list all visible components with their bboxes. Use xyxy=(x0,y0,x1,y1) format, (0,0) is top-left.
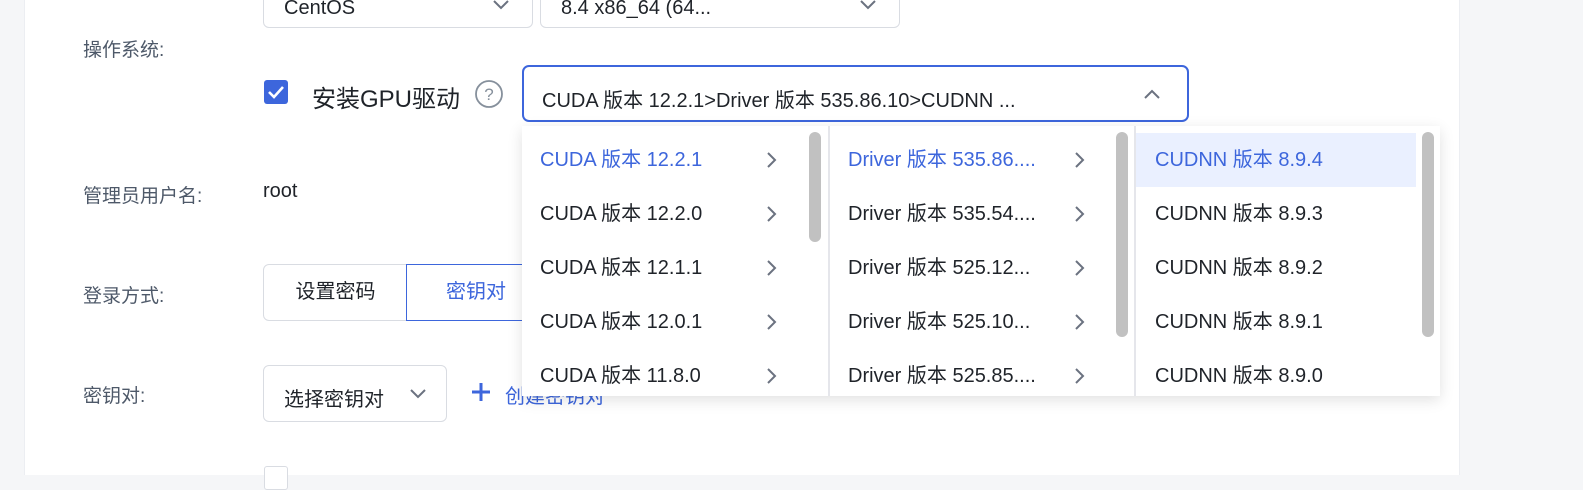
cudnn-scrollbar[interactable] xyxy=(1422,132,1434,337)
driver-option[interactable]: Driver 版本 535.54.... xyxy=(830,187,1136,241)
driver-option-label: Driver 版本 525.85.... xyxy=(848,365,1036,387)
gpu-driver-select-value: CUDA 版本 12.2.1>Driver 版本 535.86.10>CUDNN… xyxy=(542,90,1016,112)
keypair-select[interactable]: 选择密钥对 xyxy=(263,365,447,422)
cudnn-option-label: CUDNN 版本 8.9.2 xyxy=(1155,257,1323,279)
cudnn-option[interactable]: CUDNN 版本 8.9.1 xyxy=(1136,295,1416,349)
chevron-down-icon xyxy=(410,389,426,399)
cuda-option[interactable]: CUDA 版本 11.8.0 xyxy=(522,349,828,396)
os-select[interactable]: CentOS xyxy=(263,0,533,28)
driver-option-label: Driver 版本 535.86.... xyxy=(848,149,1036,171)
chevron-down-icon xyxy=(493,0,509,10)
login-option-password[interactable]: 设置密码 xyxy=(263,264,408,321)
keypair-label: 密钥对: xyxy=(83,386,146,407)
chevron-right-icon xyxy=(767,206,777,222)
chevron-down-icon xyxy=(860,0,876,10)
keypair-select-value: 选择密钥对 xyxy=(284,389,384,411)
chevron-right-icon xyxy=(1075,206,1085,222)
gpu-label: 安装GPU驱动 xyxy=(312,86,461,113)
os-version-value: 8.4 x86_64 (64... xyxy=(561,0,712,19)
os-label: 操作系统: xyxy=(83,40,165,61)
admin-value: root xyxy=(263,180,298,202)
cudnn-column: CUDNN 版本 8.9.4 CUDNN 版本 8.9.3 CUDNN 版本 8… xyxy=(1136,126,1440,396)
cuda-option-label: CUDA 版本 12.2.1 xyxy=(540,149,703,171)
chevron-right-icon xyxy=(767,152,777,168)
cuda-option-label: CUDA 版本 12.0.1 xyxy=(540,311,703,333)
chevron-right-icon xyxy=(767,260,777,276)
os-select-value: CentOS xyxy=(284,0,356,19)
gpu-driver-select[interactable]: CUDA 版本 12.2.1>Driver 版本 535.86.10>CUDNN… xyxy=(522,65,1189,122)
cuda-scrollbar[interactable] xyxy=(809,132,821,242)
admin-label: 管理员用户名: xyxy=(83,186,203,207)
cuda-column: CUDA 版本 12.2.1 CUDA 版本 12.2.0 CUDA 版本 12… xyxy=(522,126,828,396)
cuda-option-label: CUDA 版本 12.2.0 xyxy=(540,203,703,225)
driver-option-label: Driver 版本 525.10... xyxy=(848,311,1031,333)
check-icon xyxy=(268,86,284,99)
cuda-option[interactable]: CUDA 版本 12.0.1 xyxy=(522,295,828,349)
cuda-option[interactable]: CUDA 版本 12.2.0 xyxy=(522,187,828,241)
driver-column: Driver 版本 535.86.... Driver 版本 535.54...… xyxy=(830,126,1136,396)
cudnn-option[interactable]: CUDNN 版本 8.9.4 xyxy=(1136,133,1416,187)
cudnn-option[interactable]: CUDNN 版本 8.9.0 xyxy=(1136,349,1416,396)
driver-option[interactable]: Driver 版本 525.85.... xyxy=(830,349,1136,396)
cudnn-option-label: CUDNN 版本 8.9.3 xyxy=(1155,203,1323,225)
svg-text:?: ? xyxy=(484,85,493,104)
chevron-right-icon xyxy=(767,314,777,330)
cuda-option-label: CUDA 版本 11.8.0 xyxy=(540,365,701,387)
chevron-right-icon xyxy=(1075,260,1085,276)
driver-option-label: Driver 版本 525.12... xyxy=(848,257,1031,279)
plus-icon[interactable] xyxy=(470,381,492,403)
cuda-option[interactable]: CUDA 版本 12.1.1 xyxy=(522,241,828,295)
chevron-right-icon xyxy=(767,368,777,384)
cuda-option[interactable]: CUDA 版本 12.2.1 xyxy=(522,133,828,187)
driver-scrollbar[interactable] xyxy=(1116,132,1128,337)
driver-option[interactable]: Driver 版本 525.12... xyxy=(830,241,1136,295)
os-version-select[interactable]: 8.4 x86_64 (64... xyxy=(540,0,900,28)
cudnn-option-label: CUDNN 版本 8.9.1 xyxy=(1155,311,1323,333)
cudnn-option-label: CUDNN 版本 8.9.0 xyxy=(1155,365,1323,387)
chevron-right-icon xyxy=(1075,368,1085,384)
cudnn-option-label: CUDNN 版本 8.9.4 xyxy=(1155,149,1323,171)
chevron-right-icon xyxy=(1075,152,1085,168)
chevron-right-icon xyxy=(1075,314,1085,330)
chevron-up-icon xyxy=(1144,89,1160,99)
driver-option[interactable]: Driver 版本 535.86.... xyxy=(830,133,1136,187)
driver-option[interactable]: Driver 版本 525.10... xyxy=(830,295,1136,349)
gpu-cascader-dropdown: CUDA 版本 12.2.1 CUDA 版本 12.2.0 CUDA 版本 12… xyxy=(522,126,1440,396)
cuda-option-label: CUDA 版本 12.1.1 xyxy=(540,257,703,279)
login-label: 登录方式: xyxy=(83,286,165,307)
cudnn-option[interactable]: CUDNN 版本 8.9.2 xyxy=(1136,241,1416,295)
gpu-checkbox[interactable] xyxy=(264,80,288,104)
cudnn-option[interactable]: CUDNN 版本 8.9.3 xyxy=(1136,187,1416,241)
help-icon[interactable]: ? xyxy=(474,79,504,109)
driver-option-label: Driver 版本 535.54.... xyxy=(848,203,1036,225)
bottom-checkbox[interactable] xyxy=(264,466,288,490)
